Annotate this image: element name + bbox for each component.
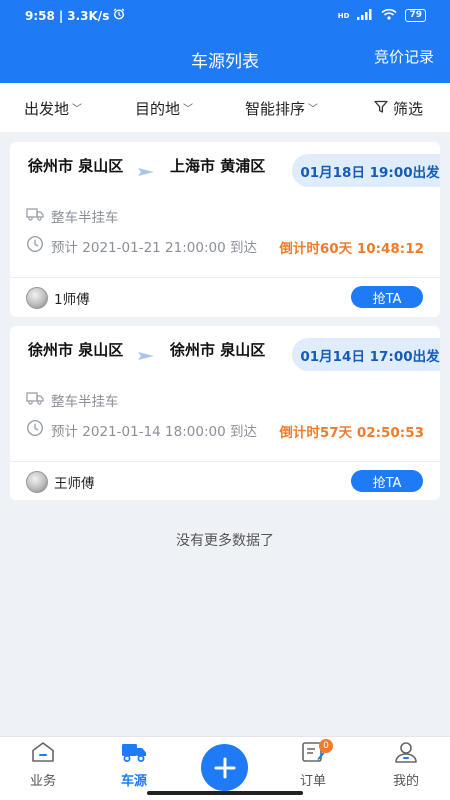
- wifi-icon: [381, 8, 398, 23]
- nav-cars[interactable]: 车源: [104, 741, 164, 789]
- driver-name: 1师傅: [54, 292, 90, 308]
- home-icon: [30, 741, 56, 767]
- avatar: [26, 471, 48, 493]
- route-arrow-icon: [138, 352, 154, 360]
- status-time: 9:58: [25, 8, 55, 23]
- user-icon: [393, 741, 419, 767]
- route-arrow-icon: [138, 168, 154, 176]
- eta: 预计 2021-01-21 21:00:00 到达: [26, 235, 257, 257]
- eta: 预计 2021-01-14 18:00:00 到达: [26, 419, 257, 441]
- orders-badge: 0: [319, 739, 333, 753]
- nav-mine[interactable]: 我的: [376, 741, 436, 789]
- status-network-speed: 3.3K/s: [67, 8, 110, 23]
- chevron-down-icon: ﹀: [308, 104, 319, 115]
- vehicle-card[interactable]: 徐州市 泉山区 徐州市 泉山区 01月14日 17:00出发 整车半挂车 预计 …: [10, 326, 440, 500]
- clock-icon: [26, 419, 44, 441]
- vehicle-card[interactable]: 徐州市 泉山区 上海市 黄浦区 01月18日 19:00出发 整车半挂车 预计 …: [10, 142, 440, 317]
- filter-bar: 出发地 ﹀ 目的地 ﹀ 智能排序 ﹀ 筛选: [0, 83, 450, 132]
- avatar: [26, 287, 48, 309]
- status-left: 9:58 | 3.3K/s: [25, 8, 125, 23]
- filter-origin[interactable]: 出发地 ﹀: [24, 98, 82, 119]
- truck-icon: [120, 741, 148, 767]
- nav-orders[interactable]: 0 订单: [283, 739, 343, 789]
- truck-icon: [26, 391, 44, 409]
- nav-business-label: 业务: [29, 774, 56, 789]
- add-button[interactable]: [201, 744, 248, 791]
- title-row: 车源列表 竞价记录: [0, 38, 450, 78]
- filter-button-label: 筛选: [393, 100, 424, 118]
- hd-indicator: HD: [337, 11, 350, 20]
- clock-icon: [26, 235, 44, 257]
- app-header: 9:58 | 3.3K/s HD 79 车源列表 竞价记录: [0, 0, 450, 83]
- plus-icon: [214, 757, 235, 778]
- nav-business[interactable]: 业务: [13, 741, 73, 789]
- countdown: 倒计时60天 10:48:12: [279, 241, 424, 257]
- driver-name: 王师傅: [54, 476, 95, 492]
- truck-icon: [26, 207, 44, 225]
- filter-origin-label: 出发地: [24, 100, 70, 118]
- vehicle-type: 整车半挂车: [26, 206, 119, 226]
- filter-destination[interactable]: 目的地 ﹀: [135, 98, 193, 119]
- driver: 王师傅: [26, 471, 95, 493]
- eta-label: 预计 2021-01-14 18:00:00 到达: [51, 424, 257, 440]
- no-more-data-text: 没有更多数据了: [176, 533, 274, 549]
- countdown: 倒计时57天 02:50:53: [279, 425, 424, 441]
- home-indicator: [147, 791, 303, 795]
- battery-icon: 79: [405, 9, 426, 22]
- depart-time-badge: 01月18日 19:00出发: [292, 154, 440, 187]
- destination-city: 徐州市 泉山区: [170, 341, 266, 359]
- funnel-icon: [374, 100, 388, 118]
- grab-button[interactable]: 抢TA: [351, 470, 423, 492]
- filter-sort-label: 智能排序: [245, 100, 306, 118]
- status-separator: |: [58, 8, 64, 23]
- origin-city: 徐州市 泉山区: [28, 341, 124, 359]
- filter-destination-label: 目的地: [135, 100, 181, 118]
- nav-mine-label: 我的: [392, 774, 419, 789]
- driver: 1师傅: [26, 287, 90, 309]
- bid-record-link[interactable]: 竞价记录: [374, 46, 434, 67]
- vehicle-type: 整车半挂车: [26, 390, 119, 410]
- divider: [10, 461, 440, 462]
- filter-sort[interactable]: 智能排序 ﹀: [245, 98, 318, 119]
- origin-city: 徐州市 泉山区: [28, 157, 124, 175]
- eta-label: 预计 2021-01-21 21:00:00 到达: [51, 240, 257, 256]
- grab-button[interactable]: 抢TA: [351, 286, 423, 308]
- alarm-icon: [113, 8, 125, 23]
- destination-city: 上海市 黄浦区: [170, 157, 266, 175]
- signal-icon: [357, 8, 373, 23]
- chevron-down-icon: ﹀: [72, 104, 83, 115]
- filter-button[interactable]: 筛选: [374, 98, 423, 119]
- vehicle-type-label: 整车半挂车: [51, 210, 119, 226]
- nav-orders-label: 订单: [299, 774, 326, 789]
- status-right: HD 79: [338, 8, 426, 23]
- depart-time-badge: 01月14日 17:00出发: [292, 338, 440, 371]
- divider: [10, 277, 440, 278]
- chevron-down-icon: ﹀: [183, 104, 194, 115]
- vehicle-type-label: 整车半挂车: [51, 394, 119, 410]
- status-bar: 9:58 | 3.3K/s HD 79: [0, 0, 450, 32]
- nav-cars-label: 车源: [120, 774, 147, 789]
